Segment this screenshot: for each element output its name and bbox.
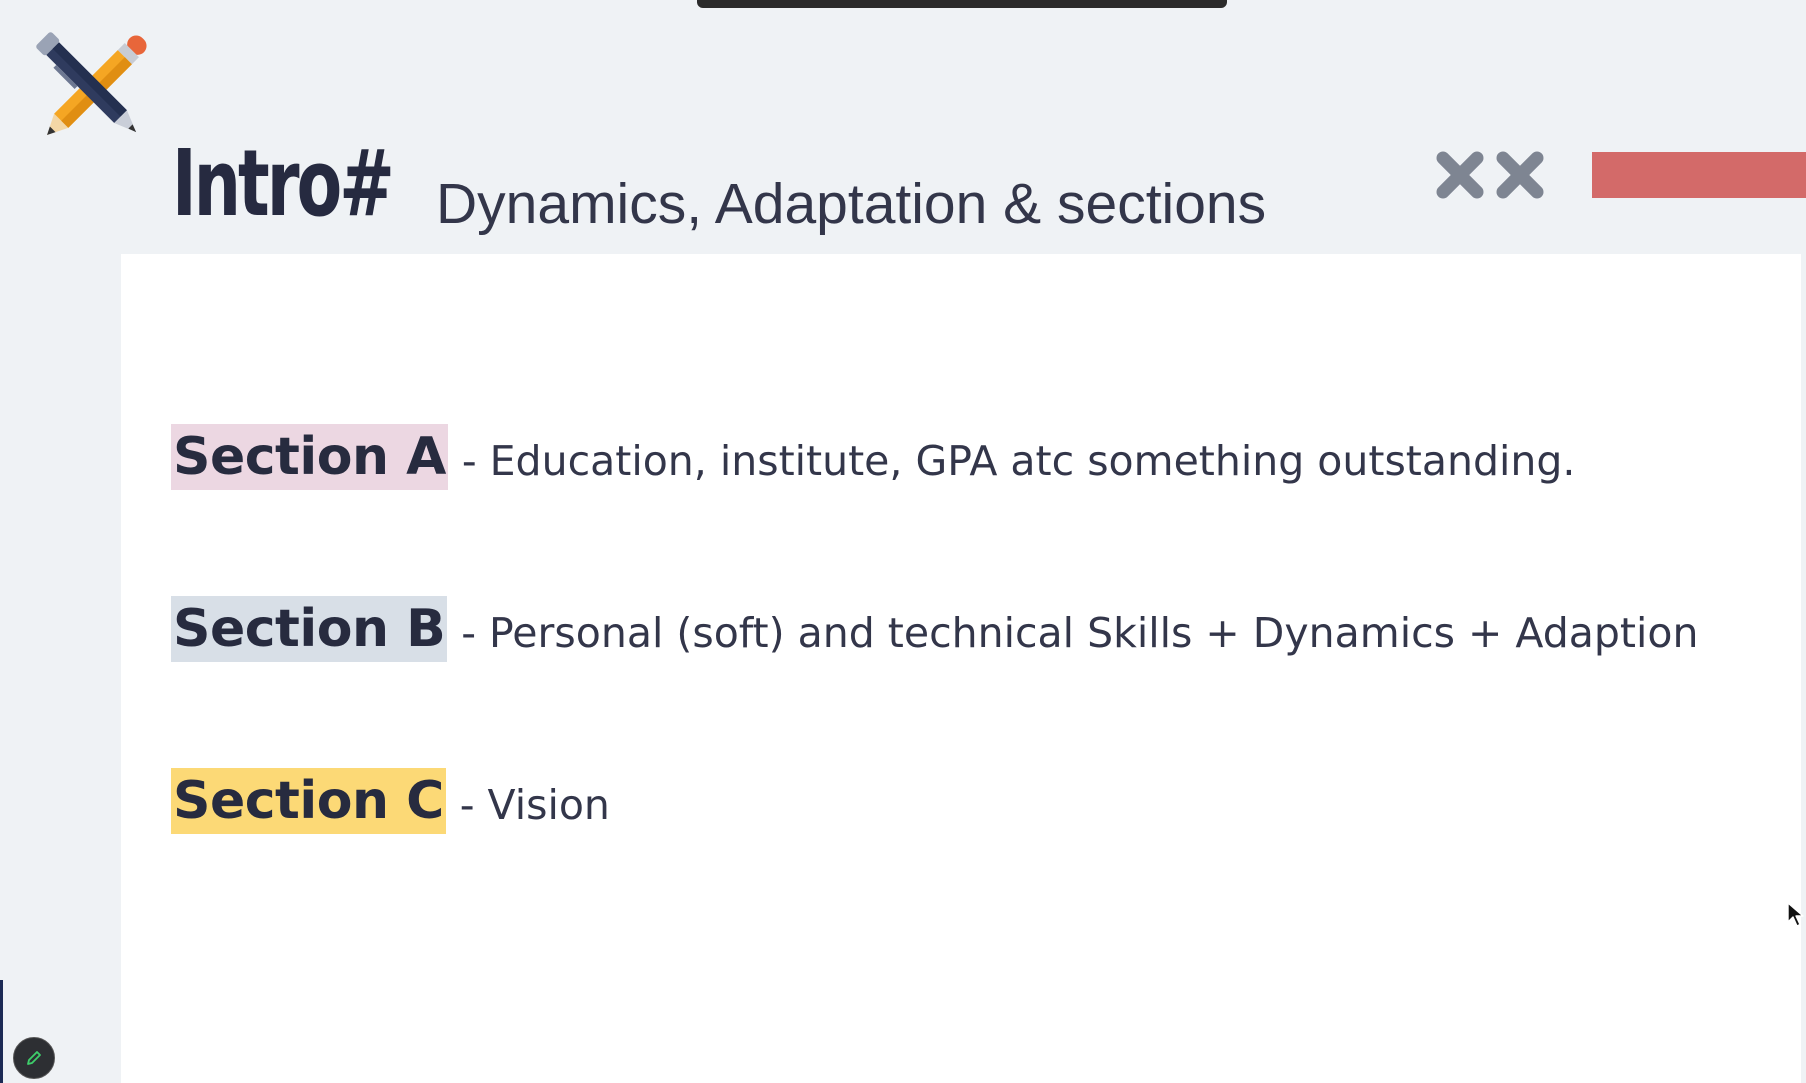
accent-bar xyxy=(1592,152,1806,198)
section-b-row: Section B - Personal (soft) and technica… xyxy=(171,596,1698,662)
section-c-description: - Vision xyxy=(459,781,610,829)
decoration-x-marks xyxy=(1435,150,1545,202)
section-a-row: Section A - Education, institute, GPA at… xyxy=(171,424,1575,490)
slide-title: Intro# xyxy=(172,130,395,237)
section-a-label: Section A xyxy=(171,424,448,490)
section-b-label: Section B xyxy=(171,596,448,662)
x-mark-icon xyxy=(1496,151,1544,199)
screen-share-bar xyxy=(697,0,1227,8)
mouse-pointer-icon xyxy=(1787,902,1804,927)
section-c-label: Section C xyxy=(171,768,446,834)
left-edge-strip xyxy=(0,980,3,1083)
edit-button[interactable] xyxy=(13,1037,55,1079)
x-mark-icon xyxy=(1436,151,1484,199)
slide-subtitle: Dynamics, Adaptation & sections xyxy=(436,172,1267,236)
section-c-row: Section C - Vision xyxy=(171,768,610,834)
pencil-pen-crossed-icon xyxy=(36,32,147,135)
pencil-icon xyxy=(27,1051,41,1065)
content-panel xyxy=(121,254,1801,1083)
section-b-description: - Personal (soft) and technical Skills +… xyxy=(461,609,1699,657)
section-a-description: - Education, institute, GPA atc somethin… xyxy=(461,437,1576,485)
